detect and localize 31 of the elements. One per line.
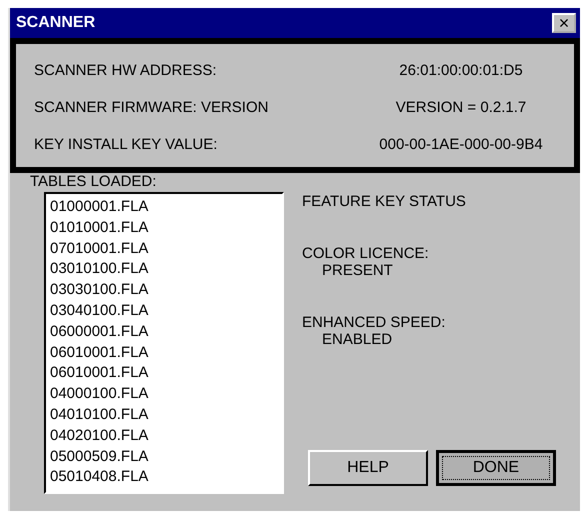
info-label: SCANNER FIRMWARE: VERSION xyxy=(34,99,270,116)
list-item[interactable]: 03010100.FLA xyxy=(50,259,278,280)
list-item[interactable]: 04010100.FLA xyxy=(50,404,278,426)
list-item[interactable]: 06010001.FLA xyxy=(50,342,278,364)
dialog-button[interactable]: HELP xyxy=(308,450,428,486)
feature-value: ENABLED xyxy=(321,331,394,348)
feature-label: ENHANCED SPEED: xyxy=(302,314,446,331)
info-label: SCANNER HW ADDRESS: xyxy=(34,62,218,79)
list-label: TABLES LOADED: xyxy=(30,173,158,190)
list-item[interactable]: 07010001.FLA xyxy=(50,238,278,260)
list-item[interactable]: 05000509.FLA xyxy=(50,446,278,468)
close-button[interactable]: × xyxy=(552,13,576,33)
list-item[interactable]: 01010001.FLA xyxy=(50,218,278,239)
tables-list[interactable]: 01000001.FLA 01010001.FLA 07010001.FLA 03010100.FLA 03030100.FLA 03040100.FLA 06000001.FLA 06010001.FLA 06010001.FLA 04000100.FLA 04010100.FLA 04020100.FLA 05000509.FLA 05010408.FLA xyxy=(44,192,284,494)
dialog-button[interactable]: DONE xyxy=(436,450,556,486)
info-value: VERSION = 0.2.1.7 xyxy=(394,99,528,116)
feature-label: COLOR LICENCE: xyxy=(302,245,430,262)
section-title: FEATURE KEY STATUS xyxy=(302,193,467,210)
feature-value: PRESENT xyxy=(321,262,394,279)
list-item[interactable]: 06000001.FLA xyxy=(50,322,278,343)
list-item[interactable]: 04020100.FLA xyxy=(50,426,278,447)
window-title: SCANNER xyxy=(16,14,96,32)
list-item[interactable]: 03040100.FLA xyxy=(50,300,278,322)
list-item[interactable]: 04000100.FLA xyxy=(50,384,278,405)
list-item[interactable]: 03030100.FLA xyxy=(50,280,278,301)
info-label: KEY INSTALL KEY VALUE: xyxy=(34,136,218,153)
list-item[interactable]: 05010408.FLA xyxy=(50,467,278,488)
info-value: 000-00-1AE-000-00-9B4 xyxy=(378,136,544,153)
list-item[interactable]: 01000001.FLA xyxy=(50,197,278,218)
list-item[interactable]: 06010001.FLA xyxy=(50,363,278,384)
info-value: 26:01:00:00:01:D5 xyxy=(398,62,524,79)
